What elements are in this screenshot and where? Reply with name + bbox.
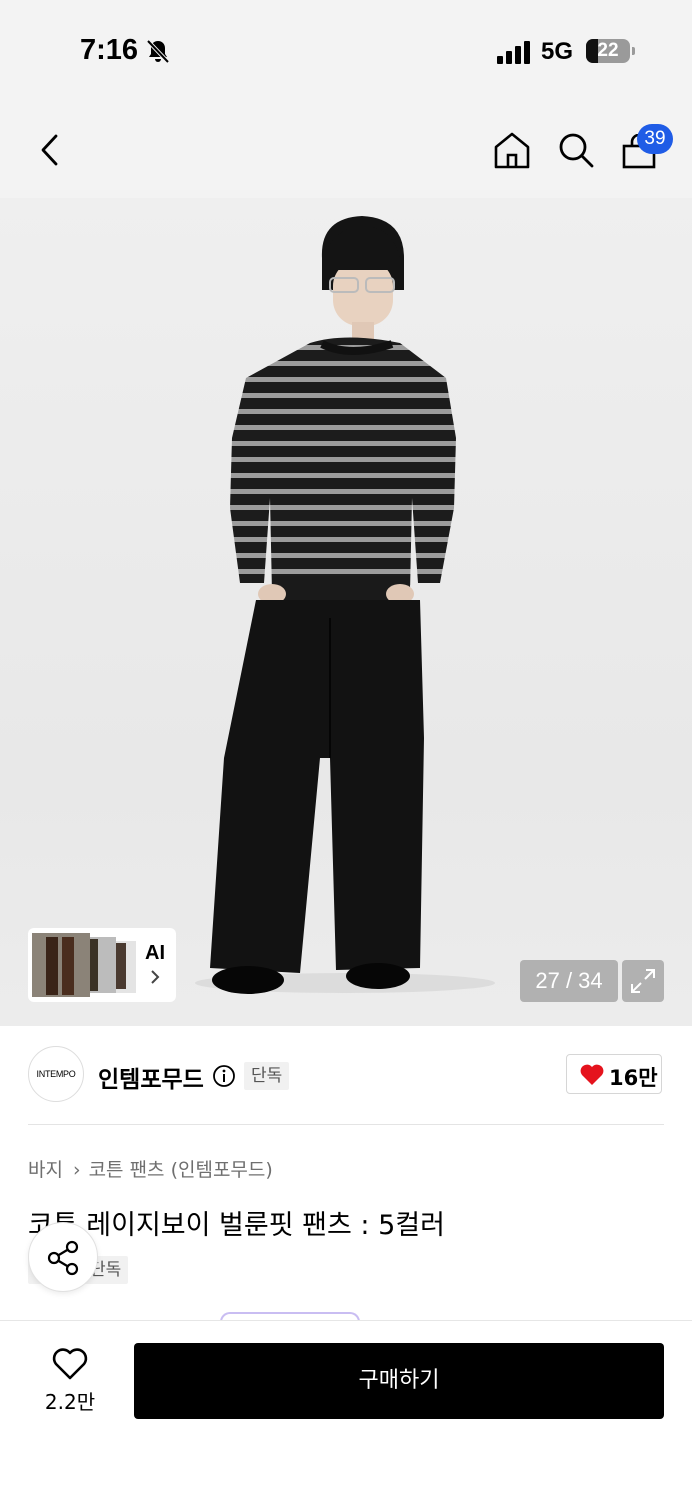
wishlist-count: 2.2만 xyxy=(44,1390,96,1414)
buy-button[interactable]: 구매하기 xyxy=(134,1343,664,1419)
status-time: 7:16 xyxy=(80,34,139,66)
signal-icon xyxy=(497,40,533,64)
expand-fullscreen-button[interactable] xyxy=(622,960,664,1002)
breadcrumb-category[interactable]: 바지 xyxy=(28,1159,63,1181)
share-button[interactable] xyxy=(28,1222,98,1292)
breadcrumb: 바지 › 코튼 팬츠 (인템포무드) xyxy=(28,1155,273,1182)
image-counter: 27 / 34 xyxy=(520,960,618,1002)
expand-icon xyxy=(631,969,655,993)
info-icon[interactable] xyxy=(212,1064,236,1088)
product-photo xyxy=(195,216,495,994)
battery-level: 22 xyxy=(597,40,619,61)
status-bar: 7:16 5G 22 xyxy=(0,0,692,100)
bell-muted-icon xyxy=(146,39,170,64)
chevron-right-icon: › xyxy=(72,1159,81,1181)
brand-like-count: 16만 xyxy=(609,1066,658,1090)
ai-label: AI xyxy=(145,942,165,964)
heart-outline-icon xyxy=(52,1348,88,1380)
back-arrow-icon[interactable] xyxy=(36,130,64,170)
bottom-action-bar: 2.2만 구매하기 xyxy=(0,1320,692,1501)
share-icon xyxy=(47,1240,79,1276)
network-label: 5G xyxy=(541,38,574,65)
wishlist-button[interactable]: 2.2만 xyxy=(30,1341,110,1421)
heart-filled-icon xyxy=(580,1064,604,1085)
battery-icon: 22 xyxy=(586,39,630,63)
divider xyxy=(28,1124,664,1125)
brand-logo[interactable]: INTEMPO xyxy=(28,1046,84,1102)
product-image-gallery[interactable]: AI 27 / 34 xyxy=(0,198,692,1026)
chevron-right-icon xyxy=(151,970,160,984)
ai-style-card[interactable]: AI xyxy=(28,928,176,1002)
nav-bar xyxy=(0,100,692,198)
exclusive-badge: 단독 xyxy=(244,1062,290,1090)
search-icon[interactable] xyxy=(556,130,596,170)
breadcrumb-subcategory[interactable]: 코튼 팬츠 (인템포무드) xyxy=(89,1159,273,1181)
cart-count-badge: 39 xyxy=(637,124,673,154)
brand-like-button[interactable]: 16만 xyxy=(566,1054,662,1094)
brand-name[interactable]: 인템포무드 xyxy=(98,1060,204,1094)
battery-tip xyxy=(632,47,635,55)
ai-style-thumbnails xyxy=(32,933,136,997)
brand-row: INTEMPO 인템포무드 단독 16만 xyxy=(0,1026,692,1126)
home-icon[interactable] xyxy=(492,130,532,170)
